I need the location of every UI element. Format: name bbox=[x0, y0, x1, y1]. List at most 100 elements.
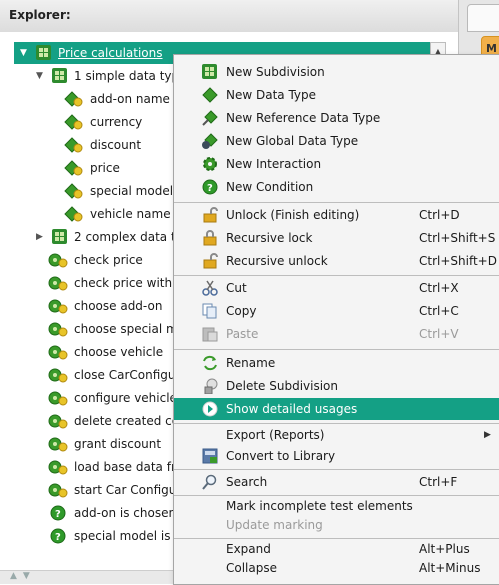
menu-item-collapse[interactable]: Collapse Alt+Minus bbox=[174, 557, 499, 579]
tree-node-interaction[interactable]: choose special m bbox=[0, 318, 180, 340]
tree-node-label: add-on is chosen bbox=[74, 506, 177, 520]
menu-item-label: New Reference Data Type bbox=[226, 111, 381, 125]
tree-node-label: close CarConfigur bbox=[74, 368, 181, 382]
menu-item-shortcut: Alt+Minus bbox=[419, 561, 481, 575]
menu-item-new-subdivision[interactable]: New Subdivision bbox=[174, 61, 499, 83]
data-type-icon bbox=[64, 183, 83, 199]
paste-icon bbox=[202, 326, 218, 342]
menu-separator bbox=[174, 202, 499, 203]
menu-item-new-data-type[interactable]: New Data Type bbox=[174, 84, 499, 106]
menu-item-label: Search bbox=[226, 475, 268, 489]
interaction-icon bbox=[48, 413, 68, 429]
menu-item-label: New Data Type bbox=[226, 88, 317, 102]
data-type-icon bbox=[64, 206, 83, 222]
copy-icon bbox=[202, 303, 218, 319]
tree-node-condition[interactable]: ? add-on is chosen bbox=[0, 502, 180, 524]
tree-node-condition[interactable]: ? special model is c bbox=[0, 525, 181, 547]
menu-separator bbox=[174, 349, 499, 350]
menu-item-unlock[interactable]: Unlock (Finish editing) Ctrl+D bbox=[174, 204, 499, 226]
interaction-icon bbox=[48, 390, 68, 406]
tree-node-interaction[interactable]: choose vehicle bbox=[0, 341, 180, 363]
menu-item-label: Copy bbox=[226, 304, 257, 318]
menu-item-new-global-data-type[interactable]: New Global Data Type bbox=[174, 130, 499, 152]
menu-item-label: Rename bbox=[226, 356, 276, 370]
usages-icon bbox=[202, 401, 218, 417]
condition-icon: ? bbox=[50, 528, 68, 544]
menu-item-new-interaction[interactable]: New Interaction bbox=[174, 153, 499, 175]
tree-node-interaction[interactable]: close CarConfigur bbox=[0, 364, 180, 386]
menu-item-convert-to-library[interactable]: Convert to Library bbox=[174, 445, 499, 467]
menu-item-shortcut: Ctrl+X bbox=[419, 281, 459, 295]
menu-item-shortcut: Ctrl+Shift+D bbox=[419, 254, 497, 268]
interaction-icon bbox=[48, 298, 68, 314]
delete-icon bbox=[202, 378, 218, 395]
tree-node-interaction[interactable]: check price with cu bbox=[0, 272, 190, 294]
explorer-title: Explorer: bbox=[9, 8, 71, 22]
menu-item-label: Show detailed usages bbox=[226, 402, 358, 416]
menu-item-label: Delete Subdivision bbox=[226, 379, 339, 393]
side-tab[interactable] bbox=[467, 4, 499, 32]
explorer-header: Explorer: bbox=[0, 0, 458, 33]
expanded-icon[interactable]: ▼ bbox=[36, 65, 46, 87]
menu-item-search[interactable]: Search Ctrl+F bbox=[174, 471, 499, 493]
menu-item-label: Cut bbox=[226, 281, 247, 295]
menu-item-update-marking: Update marking bbox=[174, 514, 499, 536]
menu-item-new-condition[interactable]: ? New Condition bbox=[174, 176, 499, 198]
menu-item-label: New Interaction bbox=[226, 157, 322, 171]
tree-node-data-type[interactable]: currency bbox=[0, 111, 180, 133]
menu-item-recursive-unlock[interactable]: Recursive unlock Ctrl+Shift+D bbox=[174, 250, 499, 272]
data-type-icon bbox=[64, 91, 83, 107]
data-type-icon bbox=[64, 137, 83, 153]
expanded-icon[interactable]: ▼ bbox=[20, 42, 30, 64]
menu-item-shortcut: Ctrl+C bbox=[419, 304, 459, 318]
tree-node-data-type[interactable]: price bbox=[0, 157, 180, 179]
tree-node-simple-data-type[interactable]: ▼ 1 simple data type bbox=[0, 65, 187, 87]
tree-node-label: price bbox=[90, 161, 120, 175]
menu-item-cut[interactable]: Cut Ctrl+X bbox=[174, 277, 499, 299]
tree-node-label: check price bbox=[74, 253, 143, 267]
rename-icon bbox=[202, 355, 218, 371]
tree-node-interaction[interactable]: configure vehicle bbox=[0, 387, 180, 409]
menu-item-delete-subdivision[interactable]: Delete Subdivision bbox=[174, 375, 499, 397]
tree-node-data-type[interactable]: discount bbox=[0, 134, 180, 156]
menu-separator bbox=[174, 469, 499, 470]
menu-item-label: Update marking bbox=[226, 518, 323, 532]
tree-node-data-type[interactable]: special model bbox=[0, 180, 180, 202]
menu-item-label: New Condition bbox=[226, 180, 314, 194]
menu-item-export-reports[interactable]: Export (Reports) ▶ bbox=[174, 424, 499, 446]
tree-node-label: add-on name bbox=[90, 92, 170, 106]
menu-item-copy[interactable]: Copy Ctrl+C bbox=[174, 300, 499, 322]
tree-node-data-type[interactable]: add-on name bbox=[0, 88, 180, 110]
menu-item-label: Convert to Library bbox=[226, 449, 336, 463]
data-type-icon bbox=[64, 160, 83, 176]
tree-node-interaction[interactable]: load base data fro bbox=[0, 456, 183, 478]
menu-item-recursive-lock[interactable]: Recursive lock Ctrl+Shift+S bbox=[174, 227, 499, 249]
tree-node-label: Price calculations bbox=[58, 46, 163, 60]
tree-node-interaction[interactable]: grant discount bbox=[0, 433, 180, 455]
interaction-icon bbox=[48, 459, 68, 475]
menu-item-label: Export (Reports) bbox=[226, 428, 325, 442]
scroll-arrows-icon[interactable]: ▲▼ bbox=[10, 571, 36, 581]
menu-item-new-reference-data-type[interactable]: New Reference Data Type bbox=[174, 107, 499, 129]
menu-item-label: New Subdivision bbox=[226, 65, 325, 79]
tree-node-label: discount bbox=[90, 138, 142, 152]
menu-item-label: Recursive unlock bbox=[226, 254, 328, 268]
collapsed-icon[interactable]: ▶ bbox=[36, 226, 46, 248]
interaction-icon bbox=[48, 321, 68, 337]
menu-separator bbox=[174, 275, 499, 276]
menu-item-rename[interactable]: Rename bbox=[174, 352, 499, 374]
tree-node-label: choose vehicle bbox=[74, 345, 164, 359]
tree-node-label: vehicle name bbox=[90, 207, 171, 221]
tree-node-interaction[interactable]: delete created cor bbox=[0, 410, 184, 432]
menu-item-show-detailed-usages[interactable]: Show detailed usages bbox=[174, 398, 499, 420]
tree-node-label: currency bbox=[90, 115, 143, 129]
tree-node-interaction[interactable]: start Car Configur bbox=[0, 479, 182, 501]
tree-node-label: start Car Configur bbox=[74, 483, 182, 497]
search-icon bbox=[202, 474, 218, 490]
tree-node-complex-data-type[interactable]: ▶ 2 complex data type bbox=[0, 226, 198, 248]
lock-icon bbox=[202, 230, 218, 246]
tree-node-interaction[interactable]: choose add-on bbox=[0, 295, 180, 317]
tree-node-data-type[interactable]: vehicle name bbox=[0, 203, 180, 225]
subdivision-icon bbox=[36, 45, 54, 61]
tree-node-interaction[interactable]: check price bbox=[0, 249, 180, 271]
